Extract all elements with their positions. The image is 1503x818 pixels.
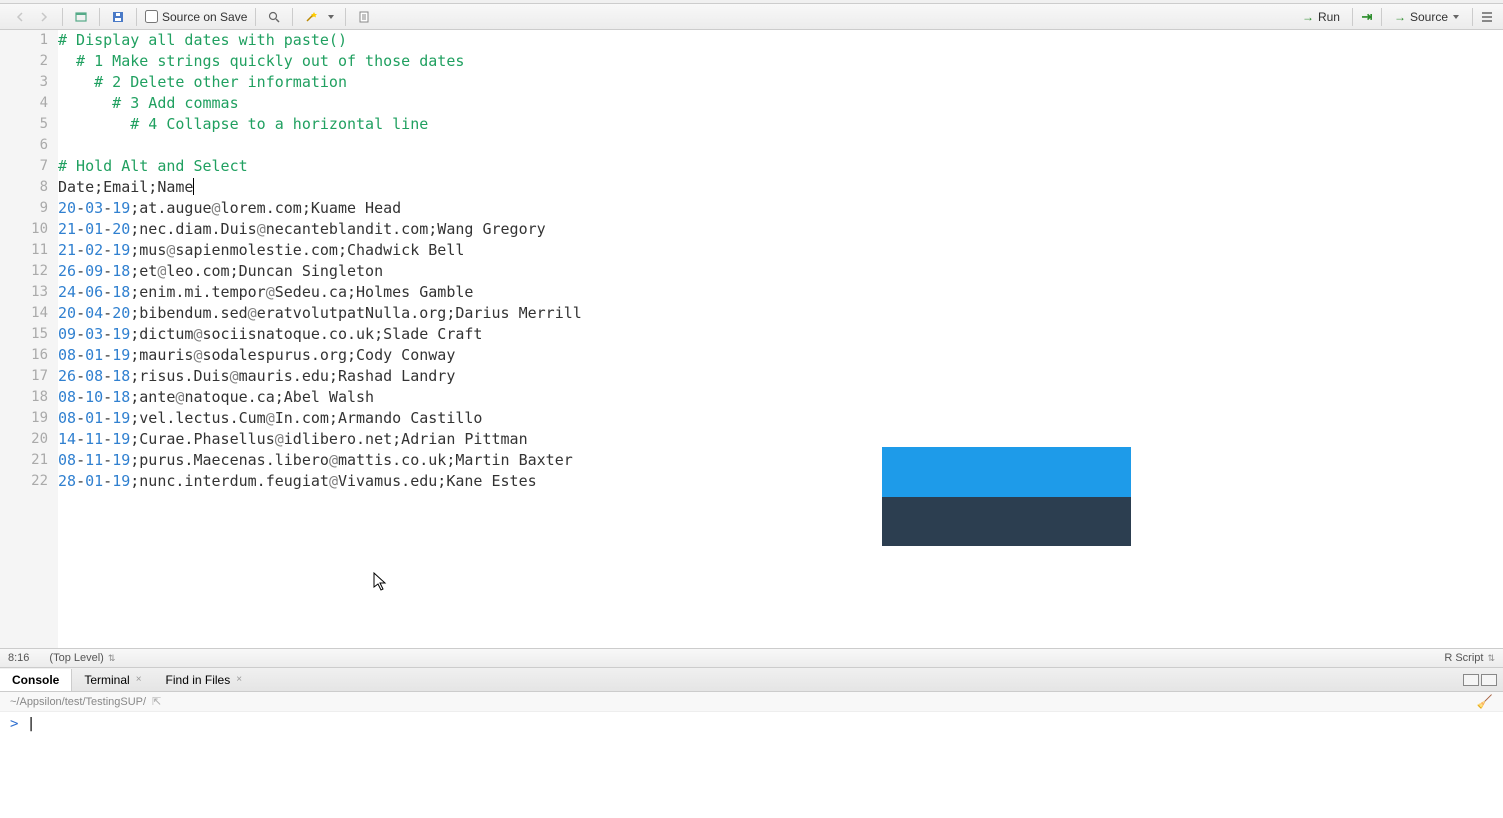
- editor-toolbar: Source on Save → Run ⇥ → Source: [0, 4, 1503, 30]
- find-button[interactable]: [264, 7, 284, 27]
- scope-label: (Top Level): [49, 652, 103, 664]
- overlay-graphic: [882, 447, 1131, 546]
- console-path: ~/Appsilon/test/TestingSUP/: [10, 696, 146, 708]
- overlay-bottom-band: [882, 497, 1131, 547]
- tab-find-in-files[interactable]: Find in Files ×: [154, 669, 255, 691]
- save-button[interactable]: [108, 7, 128, 27]
- compile-report-button[interactable]: [354, 7, 374, 27]
- console-prompt: >: [10, 716, 18, 732]
- outline-button[interactable]: [1477, 7, 1497, 27]
- maximize-panel-button[interactable]: [1481, 674, 1497, 686]
- rerun-button[interactable]: ⇥: [1357, 7, 1377, 27]
- code-content[interactable]: # Display all dates with paste() # 1 Mak…: [58, 30, 1503, 648]
- console-body[interactable]: > |: [0, 712, 1503, 792]
- path-popup-icon[interactable]: ⇱: [152, 695, 161, 708]
- nav-back-button[interactable]: [10, 7, 30, 27]
- show-in-window-button[interactable]: [71, 7, 91, 27]
- code-editor[interactable]: 12345678910111213141516171819202122 # Di…: [0, 30, 1503, 648]
- console-cursor: |: [27, 716, 35, 732]
- minimize-panel-button[interactable]: [1463, 674, 1479, 686]
- tab-console-label: Console: [12, 673, 59, 687]
- console-path-bar: ~/Appsilon/test/TestingSUP/ ⇱ 🧹: [0, 692, 1503, 712]
- tab-terminal-label: Terminal: [84, 673, 129, 687]
- tab-console[interactable]: Console: [0, 669, 72, 691]
- filetype-updown-icon: ⇅: [1487, 653, 1495, 664]
- source-button[interactable]: → Source: [1386, 8, 1468, 26]
- overlay-top-band: [882, 447, 1131, 497]
- tab-terminal[interactable]: Terminal ×: [72, 669, 153, 691]
- scope-updown-icon: ⇅: [108, 653, 116, 664]
- tab-find-label: Find in Files: [166, 673, 231, 687]
- bottom-panel-tabs: Console Terminal × Find in Files ×: [0, 668, 1503, 692]
- scope-selector[interactable]: (Top Level) ⇅: [49, 652, 115, 664]
- chevron-down-icon: [1452, 13, 1460, 21]
- source-on-save-input[interactable]: [145, 10, 158, 23]
- close-icon[interactable]: ×: [236, 674, 242, 685]
- source-on-save-label: Source on Save: [162, 10, 247, 24]
- line-number-gutter: 12345678910111213141516171819202122: [0, 30, 58, 648]
- run-arrow-icon: →: [1302, 10, 1314, 24]
- source-label: Source: [1410, 10, 1448, 24]
- editor-statusbar: 8:16 (Top Level) ⇅ R Script ⇅: [0, 648, 1503, 668]
- run-button[interactable]: → Run: [1294, 8, 1348, 26]
- rerun-arrow-icon: ⇥: [1362, 9, 1373, 25]
- cursor-position: 8:16: [8, 652, 29, 664]
- magic-wand-button[interactable]: [301, 7, 321, 27]
- wand-dropdown-button[interactable]: [325, 7, 337, 27]
- filetype-label: R Script: [1444, 652, 1483, 664]
- source-on-save-checkbox[interactable]: Source on Save: [141, 10, 251, 24]
- close-icon[interactable]: ×: [136, 674, 142, 685]
- run-label: Run: [1318, 10, 1340, 24]
- nav-forward-button[interactable]: [34, 7, 54, 27]
- source-arrow-icon: →: [1394, 10, 1406, 24]
- filetype-selector[interactable]: R Script ⇅: [1444, 652, 1495, 664]
- clear-console-icon[interactable]: 🧹: [1477, 694, 1493, 710]
